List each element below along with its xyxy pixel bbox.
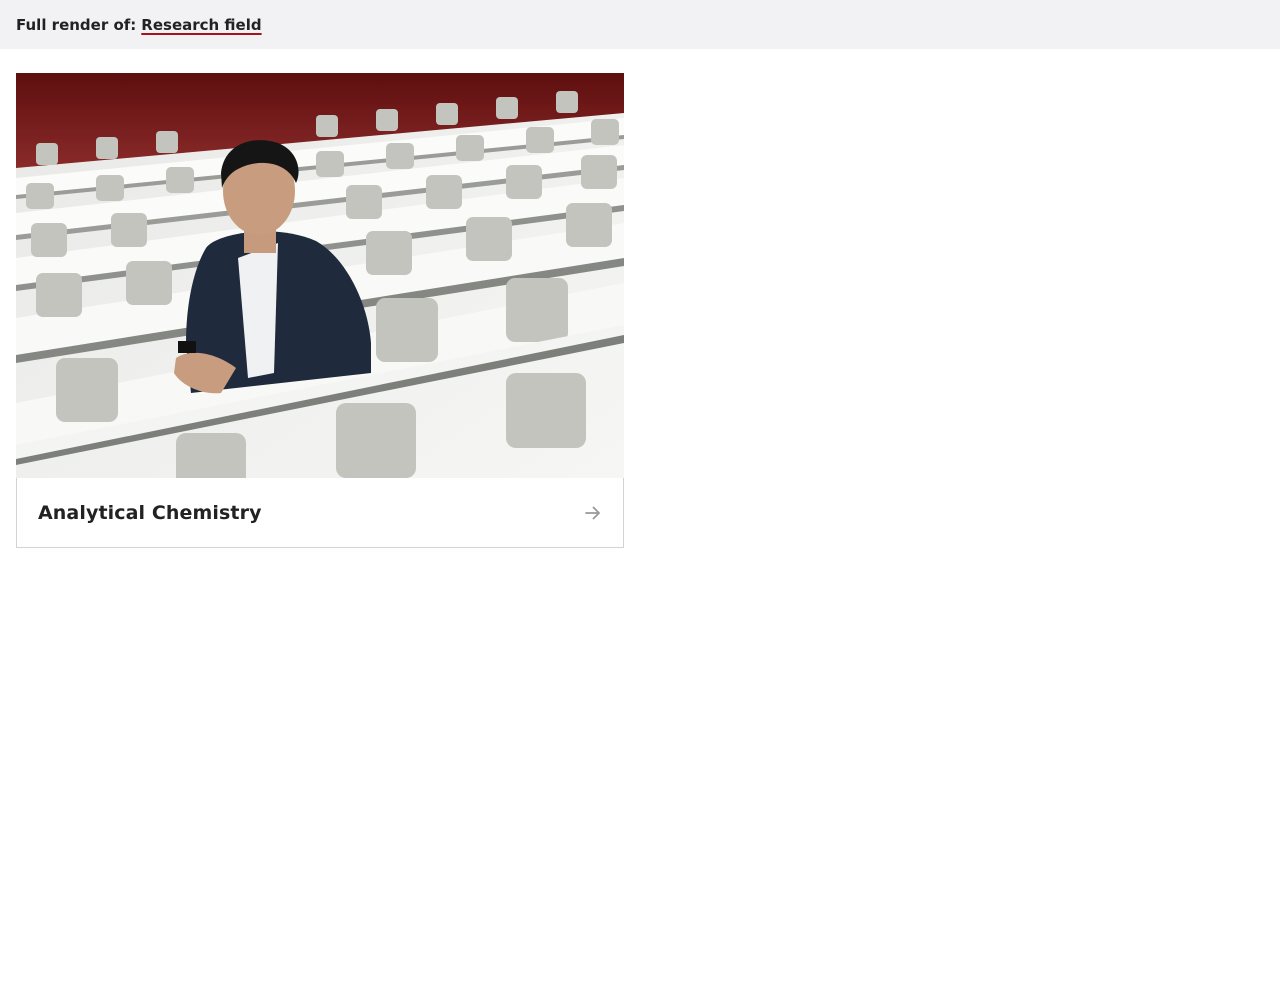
research-field-card[interactable]: Analytical Chemistry — [16, 73, 624, 548]
arrow-right-icon[interactable] — [584, 504, 602, 522]
lecture-hall-photo — [16, 73, 624, 478]
card-title: Analytical Chemistry — [38, 501, 262, 524]
card-footer: Analytical Chemistry — [17, 478, 623, 547]
top-bar: Full render of: Research field — [0, 0, 1280, 49]
research-field-link[interactable]: Research field — [141, 16, 261, 34]
render-prefix-label: Full render of: — [16, 15, 137, 34]
card-image — [16, 73, 624, 478]
